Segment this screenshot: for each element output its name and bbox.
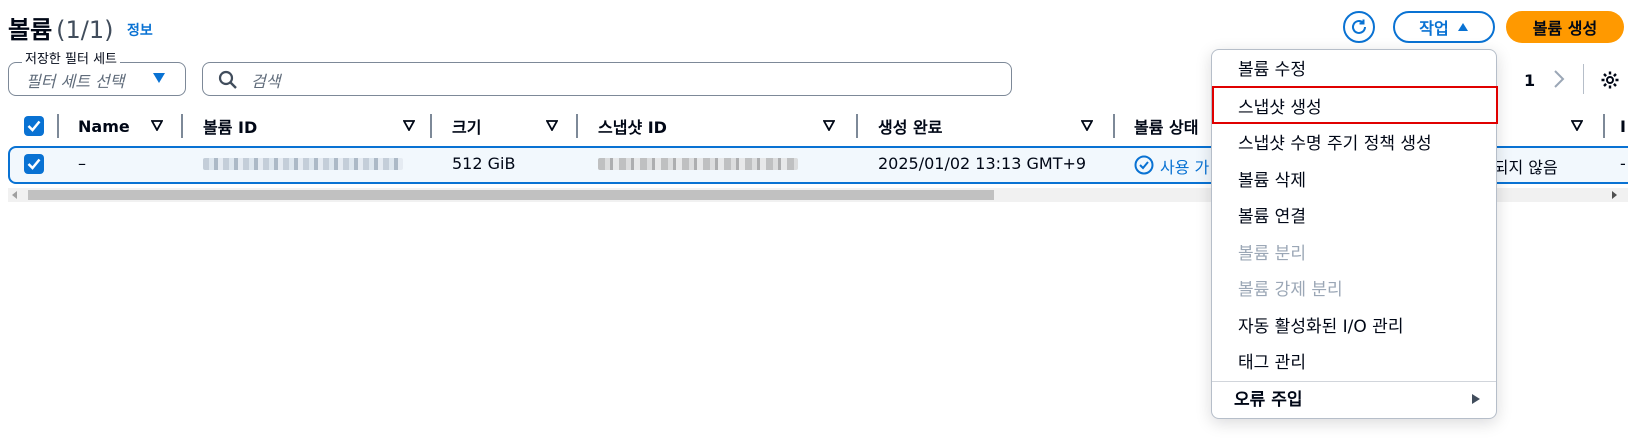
sort-icon[interactable] [403,120,415,131]
scroll-right-icon[interactable] [1612,191,1618,199]
gear-icon[interactable] [1600,70,1620,90]
sort-icon[interactable] [546,120,558,131]
menu-item-delete-volume[interactable]: 볼륨 삭제 [1238,166,1306,191]
actions-button-label: 작업 [1419,19,1449,38]
column-divider [181,114,183,138]
menu-item-force-detach-volume: 볼륨 강제 분리 [1238,280,1343,300]
menu-item-detach-volume: 볼륨 분리 [1238,244,1306,264]
saved-filter-label: 저장한 필터 세트 [22,48,120,67]
scrollbar-thumb[interactable] [28,190,994,200]
volume-count: (1/1) [56,16,114,44]
check-icon [27,158,41,170]
saved-filter-placeholder: 필터 세트 선택 [26,72,125,91]
caret-down-icon [153,73,165,83]
info-link[interactable]: 정보 [127,20,153,40]
sort-icon[interactable] [1571,120,1583,131]
page-title-text: 볼륨 [8,16,53,44]
column-divider [430,114,432,138]
cell-name: – [78,154,86,173]
cell-created: 2025/01/02 13:13 GMT+9 [878,154,1087,173]
sort-icon[interactable] [823,120,835,131]
create-volume-button[interactable]: 볼륨 생성 [1506,11,1624,43]
search-input[interactable] [202,62,1012,96]
search-placeholder: 검색 [251,72,281,91]
column-divider [1113,114,1115,138]
column-header-trailing[interactable]: I [1620,114,1626,138]
menu-item-create-snapshot[interactable]: 스냅샷 생성 [1238,93,1322,118]
chevron-right-icon[interactable] [1553,70,1565,88]
page-number[interactable]: 1 [1524,71,1535,90]
row-checkbox[interactable] [24,154,44,174]
search-icon [218,70,237,89]
redacted-snapshot-id[interactable] [598,158,798,170]
scroll-left-icon[interactable] [12,191,18,199]
menu-item-fault-injection[interactable]: 오류 주입 [1234,385,1302,410]
column-divider [576,114,578,138]
menu-item-modify-volume[interactable]: 볼륨 수정 [1238,55,1306,80]
select-all-checkbox[interactable] [24,116,44,136]
cell-status: 사용 가 [1160,158,1210,177]
status-ok-icon [1134,155,1154,175]
column-header-size[interactable]: 크기 [452,114,481,138]
sort-icon[interactable] [151,120,163,131]
column-divider [1603,114,1605,138]
menu-item-manage-auto-enabled-io[interactable]: 자동 활성화된 I/O 관리 [1238,312,1403,337]
toolbar-divider [1583,64,1584,94]
column-header-status[interactable]: 볼륨 상태 [1134,114,1198,138]
column-header-volume-id[interactable]: 볼륨 ID [203,114,257,138]
redacted-volume-id[interactable] [203,158,403,170]
caret-up-icon [1457,23,1468,31]
menu-divider [1212,381,1496,382]
column-header-snapshot-id[interactable]: 스냅샷 ID [598,114,667,138]
column-header-name[interactable]: Name [78,114,130,138]
column-header-created[interactable]: 생성 완료 [878,114,942,138]
cell-size: 512 GiB [452,154,516,173]
check-icon [27,120,41,132]
menu-item-attach-volume[interactable]: 볼륨 연결 [1238,202,1306,227]
page-title: 볼륨 (1/1) [8,10,114,45]
refresh-icon [1352,19,1366,34]
menu-item-manage-tags[interactable]: 태그 관리 [1238,348,1306,373]
sort-icon[interactable] [1081,120,1093,131]
column-divider [856,114,858,138]
column-divider [57,114,59,138]
menu-item-create-lifecycle-policy[interactable]: 스냅샷 수명 주기 정책 생성 [1238,129,1432,154]
submenu-arrow-icon [1472,394,1480,404]
cell-encryption: -되지 않음 [1488,158,1558,177]
actions-button[interactable]: 작업 [1393,11,1495,43]
cell-trailing: - [1620,154,1626,173]
refresh-button[interactable] [1343,11,1375,43]
